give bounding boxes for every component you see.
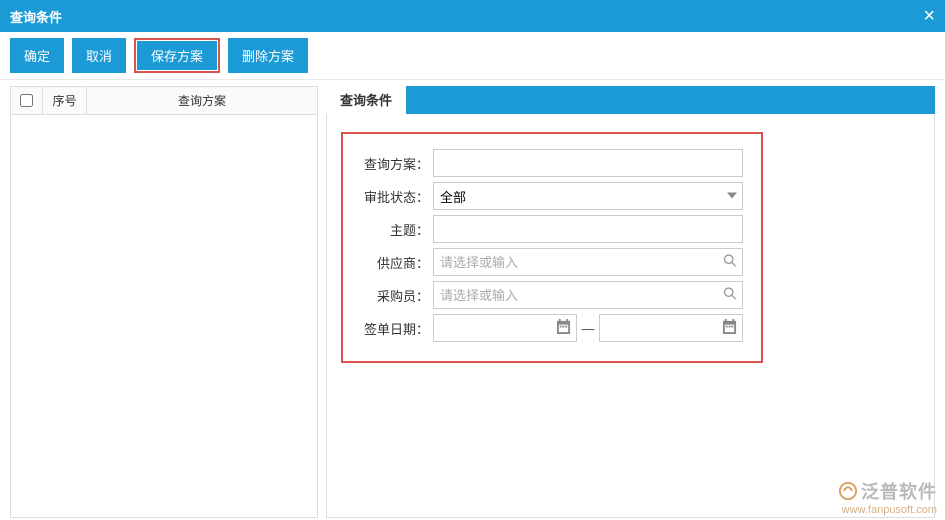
subject-input[interactable] — [433, 215, 743, 243]
date-from-input[interactable] — [433, 314, 577, 342]
supplier-input[interactable] — [433, 248, 743, 276]
label-subject: 主题： — [353, 220, 429, 239]
col-plan-name: 查询方案 — [87, 87, 317, 114]
toolbar: 确定 取消 保存方案 删除方案 — [0, 32, 945, 80]
dialog-title: 查询条件 — [10, 7, 62, 26]
select-all-cell — [11, 87, 43, 114]
content-area: 序号 查询方案 查询条件 查询方案： 审批状态： — [0, 80, 945, 520]
label-buyer: 采购员： — [353, 286, 429, 305]
cancel-button[interactable]: 取消 — [72, 38, 126, 73]
approve-select[interactable] — [433, 182, 743, 210]
row-buyer: 采购员： — [353, 281, 743, 309]
condition-panel: 查询条件 查询方案： 审批状态： — [326, 86, 935, 518]
row-plan: 查询方案： — [353, 149, 743, 177]
delete-plan-button[interactable]: 删除方案 — [228, 38, 308, 73]
buyer-input[interactable] — [433, 281, 743, 309]
tab-condition[interactable]: 查询条件 — [326, 85, 406, 114]
label-supplier: 供应商： — [353, 253, 429, 272]
date-sep: — — [581, 321, 595, 336]
plan-list-body — [11, 115, 317, 517]
label-sign-date: 签单日期： — [353, 319, 429, 338]
label-plan: 查询方案： — [353, 154, 429, 173]
condition-form-highlight: 查询方案： 审批状态： 主题： — [341, 132, 763, 363]
dialog-header: 查询条件 × — [0, 0, 945, 32]
condition-form-wrap: 查询方案： 审批状态： 主题： — [326, 114, 935, 518]
date-to-input[interactable] — [599, 314, 743, 342]
plan-list-header: 序号 查询方案 — [11, 87, 317, 115]
select-all-checkbox[interactable] — [20, 94, 33, 107]
row-subject: 主题： — [353, 215, 743, 243]
plan-list-panel: 序号 查询方案 — [10, 86, 318, 518]
save-plan-button[interactable]: 保存方案 — [137, 41, 217, 70]
plan-input[interactable] — [433, 149, 743, 177]
row-sign-date: 签单日期： — — [353, 314, 743, 342]
label-approve: 审批状态： — [353, 187, 429, 206]
row-approve: 审批状态： — [353, 182, 743, 210]
col-seq: 序号 — [43, 87, 87, 114]
condition-tabbar: 查询条件 — [326, 86, 935, 114]
row-supplier: 供应商： — [353, 248, 743, 276]
ok-button[interactable]: 确定 — [10, 38, 64, 73]
close-icon[interactable]: × — [923, 6, 935, 26]
save-plan-highlight: 保存方案 — [134, 38, 220, 73]
